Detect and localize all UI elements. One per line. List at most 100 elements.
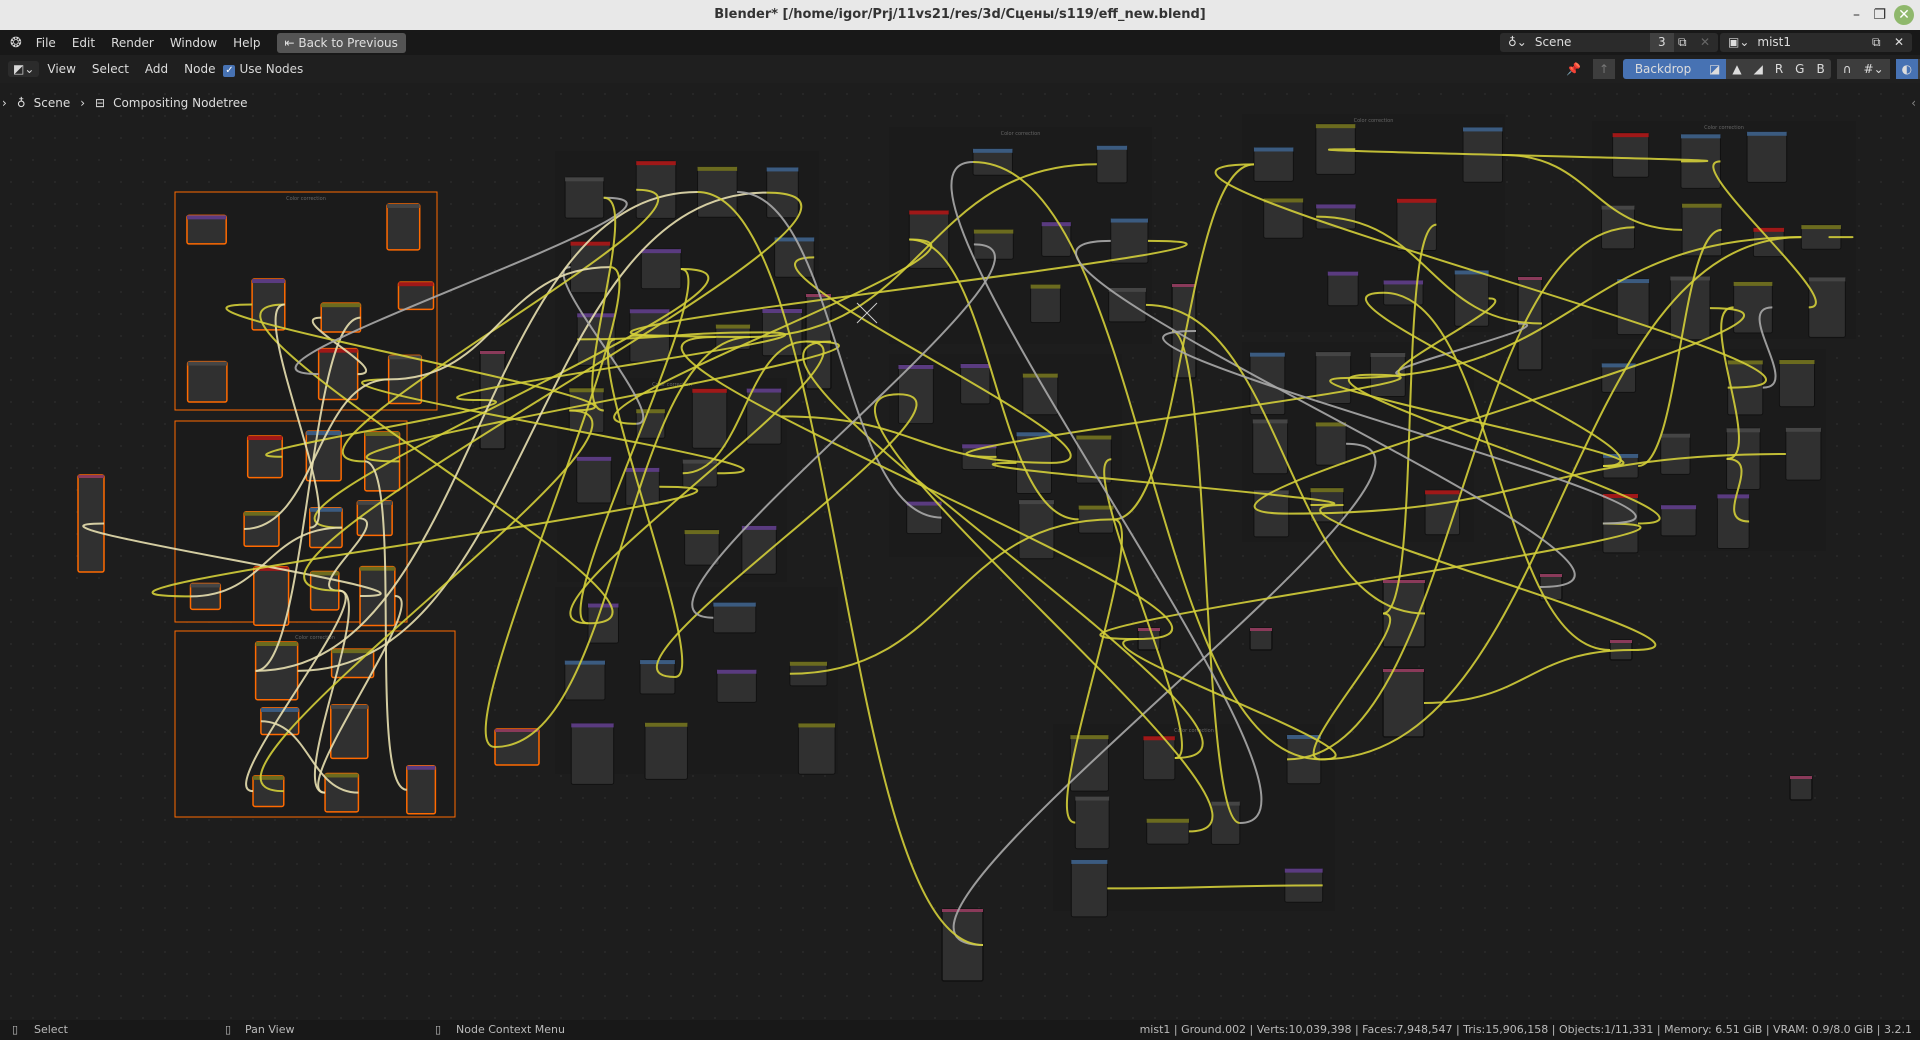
node-header[interactable] xyxy=(641,249,681,254)
channel-g-button[interactable]: G xyxy=(1789,59,1811,79)
node-header[interactable] xyxy=(398,282,434,287)
node-header[interactable] xyxy=(569,388,604,393)
node-header[interactable] xyxy=(1383,669,1424,672)
node-header[interactable] xyxy=(1680,134,1721,139)
node[interactable] xyxy=(1785,427,1822,481)
node-header[interactable] xyxy=(387,203,420,208)
node[interactable] xyxy=(644,722,688,780)
node[interactable] xyxy=(1789,775,1813,801)
node-header[interactable] xyxy=(898,364,934,369)
node-header[interactable] xyxy=(715,324,751,329)
node-header[interactable] xyxy=(960,364,990,369)
menu-select[interactable]: Select xyxy=(84,62,137,76)
node[interactable] xyxy=(1096,145,1128,184)
snap-target-icon[interactable]: #⌄ xyxy=(1857,59,1890,79)
node-header[interactable] xyxy=(713,602,756,607)
node-header[interactable] xyxy=(1601,205,1635,210)
node-header[interactable] xyxy=(1747,131,1787,136)
node[interactable] xyxy=(1070,859,1108,918)
node-header[interactable] xyxy=(1108,287,1146,292)
node[interactable] xyxy=(1327,271,1359,307)
node[interactable] xyxy=(406,765,437,815)
node-header[interactable] xyxy=(190,583,221,588)
node-header[interactable] xyxy=(309,507,343,512)
node-header[interactable] xyxy=(571,723,614,728)
node-header[interactable] xyxy=(942,909,983,912)
blender-logo-icon[interactable]: ❂ xyxy=(10,35,22,51)
node-header[interactable] xyxy=(325,773,359,778)
overlay-icon[interactable]: ◐ xyxy=(1895,59,1919,79)
node-header[interactable] xyxy=(697,166,738,171)
sidebar-toggle-icon[interactable]: ‹ xyxy=(1911,96,1916,110)
node[interactable] xyxy=(1660,433,1691,475)
node-header[interactable] xyxy=(357,500,393,505)
node-header[interactable] xyxy=(1660,433,1691,438)
close-button[interactable]: ✕ xyxy=(1894,5,1914,25)
node-header[interactable] xyxy=(1790,776,1812,779)
node-header[interactable] xyxy=(1110,218,1148,223)
node-header[interactable] xyxy=(1518,277,1542,280)
scene-selector[interactable]: ♁⌄ Scene 3 ⧉ ✕ xyxy=(1500,33,1718,52)
node-header[interactable] xyxy=(318,348,358,353)
node-header[interactable] xyxy=(321,303,361,308)
use-nodes-checkbox[interactable]: ✓ Use Nodes xyxy=(223,62,303,77)
node-header[interactable] xyxy=(1315,352,1351,357)
node[interactable] xyxy=(1612,132,1650,178)
pin-icon[interactable]: 📌 xyxy=(1566,62,1581,76)
node-header[interactable] xyxy=(1284,868,1323,873)
node-header[interactable] xyxy=(1682,203,1722,208)
node[interactable] xyxy=(1253,146,1294,182)
node-header[interactable] xyxy=(252,279,285,284)
node-header[interactable] xyxy=(1610,640,1632,643)
snap-icon[interactable]: ∩ xyxy=(1836,59,1858,79)
menu-view[interactable]: View xyxy=(39,62,83,76)
node-header[interactable] xyxy=(1071,859,1108,864)
node[interactable] xyxy=(1315,421,1347,466)
node[interactable] xyxy=(570,722,615,785)
node-header[interactable] xyxy=(1463,127,1503,132)
node[interactable] xyxy=(1808,276,1846,338)
node-header[interactable] xyxy=(1250,352,1285,357)
node-header[interactable] xyxy=(564,660,605,665)
node-header[interactable] xyxy=(570,241,611,246)
node[interactable] xyxy=(797,722,836,775)
node-header[interactable] xyxy=(406,765,436,770)
node-header[interactable] xyxy=(766,167,799,172)
menu-render[interactable]: Render xyxy=(103,36,162,50)
node-header[interactable] xyxy=(1726,428,1761,433)
node[interactable] xyxy=(640,248,682,290)
node[interactable] xyxy=(564,660,606,701)
node-header[interactable] xyxy=(1315,124,1356,129)
menu-node[interactable]: Node xyxy=(176,62,223,76)
backdrop-alpha-icon[interactable]: ◢ xyxy=(1747,59,1769,79)
cursor-cross-icon[interactable] xyxy=(856,302,878,324)
node[interactable] xyxy=(1210,801,1241,845)
node[interactable] xyxy=(1396,198,1437,252)
node-header[interactable] xyxy=(636,409,665,414)
node-header[interactable] xyxy=(1041,222,1071,227)
node-header[interactable] xyxy=(973,229,1014,234)
node-header[interactable] xyxy=(1078,505,1114,510)
node-header[interactable] xyxy=(625,467,660,472)
node-header[interactable] xyxy=(1801,225,1841,230)
node-header[interactable] xyxy=(1030,284,1061,289)
node-header[interactable] xyxy=(1540,574,1562,577)
node-header[interactable] xyxy=(306,431,342,436)
node-header[interactable] xyxy=(495,729,539,732)
node[interactable] xyxy=(320,302,362,333)
node-header[interactable] xyxy=(1310,488,1344,493)
node-header[interactable] xyxy=(909,210,949,215)
node-header[interactable] xyxy=(480,351,505,354)
node-header[interactable] xyxy=(576,456,612,461)
node[interactable] xyxy=(386,203,421,251)
node-header[interactable] xyxy=(1022,373,1058,378)
node[interactable] xyxy=(1074,796,1110,850)
editor-type-icon[interactable]: ◩⌄ xyxy=(8,61,40,77)
node[interactable] xyxy=(1660,504,1697,537)
back-to-previous-button[interactable]: ⇤ Back to Previous xyxy=(276,32,406,53)
node[interactable] xyxy=(1263,197,1304,239)
node-header[interactable] xyxy=(1250,628,1272,631)
node-header[interactable] xyxy=(1146,818,1189,823)
node-header[interactable] xyxy=(253,775,284,780)
node-header[interactable] xyxy=(692,388,727,393)
